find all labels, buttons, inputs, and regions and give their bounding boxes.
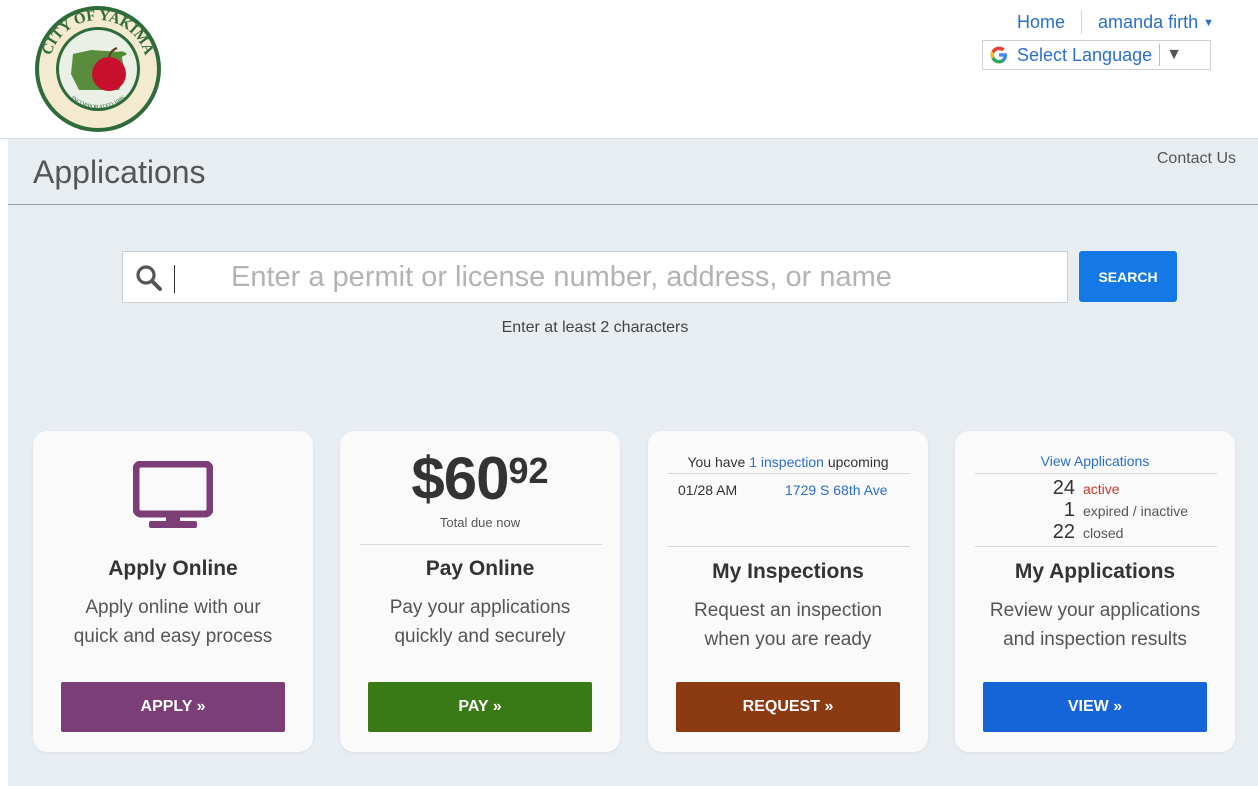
search-input[interactable] [231, 259, 1051, 295]
search-button[interactable]: SEARCH [1079, 251, 1177, 302]
applications-panel: Applications Contact Us SEARCH Enter at … [8, 139, 1258, 786]
inspection-row-divider [668, 473, 910, 474]
pay-card-title: Pay Online [425, 557, 535, 580]
caret-down-icon: ▼ [1203, 16, 1214, 29]
user-name: amanda firth [1098, 11, 1199, 32]
expired-count[interactable]: 1 expired / inactive [1045, 499, 1188, 522]
applications-card-description: Review your applications and inspection r… [989, 600, 1201, 650]
total-due-label: Total due now [439, 515, 521, 530]
inspections-card-title: My Inspections [712, 560, 864, 583]
active-count[interactable]: 24 active [1045, 477, 1120, 500]
apply-card-title: Apply Online [108, 557, 238, 580]
language-label: Select Language [1017, 44, 1153, 65]
search-icon [135, 264, 163, 292]
applications-divider [975, 546, 1217, 547]
site-header: CITY OF YAKIMA INCORPORATED 1886 Home am… [0, 0, 1258, 139]
amount-due: $6092 [411, 445, 549, 512]
applications-card-title: My Applications [1014, 560, 1176, 583]
contact-us-link[interactable]: Contact Us [1157, 150, 1236, 168]
dropdown-arrow-icon: ▼ [1166, 46, 1182, 63]
upcoming-inspections-text: You have 1 inspection upcoming [687, 454, 889, 470]
pay-button[interactable]: PAY » [368, 682, 592, 732]
my-applications-card: View Applications 24 active 1 expired / in… [955, 431, 1235, 752]
apply-online-card: Apply Online Apply online with our quick … [33, 431, 313, 752]
language-select[interactable]: Select Language ▼ [982, 40, 1211, 70]
pay-divider [360, 544, 602, 545]
inspections-divider [668, 546, 910, 547]
text-cursor [174, 265, 175, 293]
pay-card-description: Pay your applications quickly and securel… [389, 597, 571, 647]
view-applications-link[interactable]: View Applications [955, 453, 1235, 469]
inspection-count-link[interactable]: 1 inspection [749, 454, 824, 470]
applications-link-divider [975, 473, 1217, 474]
inspection-date: 01/28 AM [678, 482, 738, 498]
request-button[interactable]: REQUEST » [676, 682, 900, 732]
search-hint: Enter at least 2 characters [501, 319, 689, 336]
inspections-card-description: Request an inspection when you are ready [693, 600, 882, 650]
apply-button[interactable]: APPLY » [61, 682, 285, 732]
top-nav: Home amanda firth ▼ [1017, 10, 1214, 34]
google-g-icon [989, 45, 1009, 65]
closed-count[interactable]: 22 closed [1045, 521, 1124, 544]
title-divider [8, 204, 1258, 205]
city-seal-logo[interactable]: CITY OF YAKIMA INCORPORATED 1886 [33, 4, 163, 134]
page-title: Applications [33, 154, 206, 190]
nav-divider [1081, 10, 1083, 34]
pay-online-card: $6092 Total due now Pay Online Pay your … [340, 431, 620, 752]
my-inspections-card: You have 1 inspection upcoming 01/28 AM … [648, 431, 928, 752]
inspection-address-link[interactable]: 1729 S 68th Ave [785, 482, 888, 498]
apply-card-description: Apply online with our quick and easy proc… [73, 597, 273, 647]
search-box [122, 251, 1068, 303]
language-divider [1159, 44, 1161, 66]
monitor-icon [132, 460, 214, 536]
view-button[interactable]: VIEW » [983, 682, 1207, 732]
home-link[interactable]: Home [1017, 12, 1065, 33]
user-menu[interactable]: amanda firth ▼ [1098, 12, 1214, 33]
